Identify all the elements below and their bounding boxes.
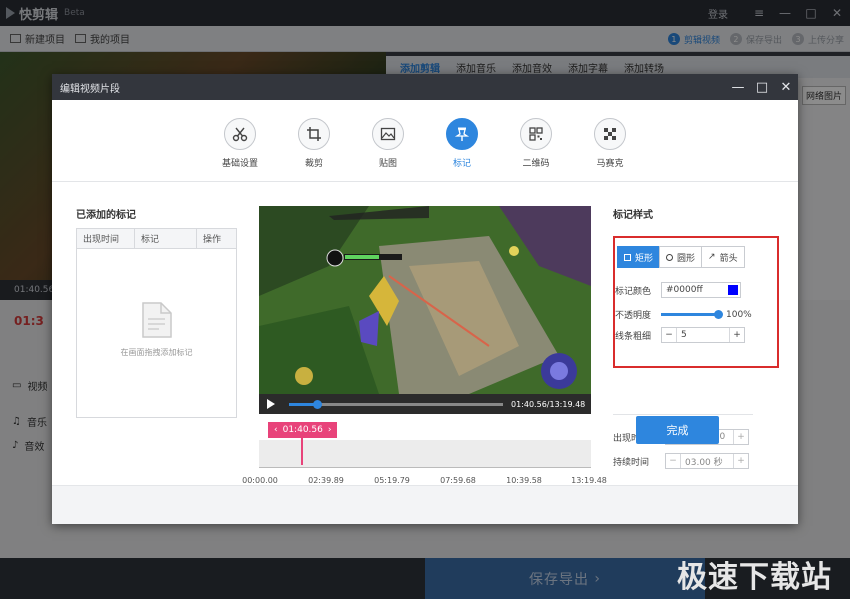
tick-label: 05:19.79 [374,476,410,485]
done-button[interactable]: 完成 [636,416,719,444]
dialog-title: 编辑视频片段 [60,83,120,95]
empty-hint: 在画面拖拽添加标记 [120,348,193,357]
empty-document-icon [141,302,172,338]
line-width-stepper[interactable]: − 5 + [661,327,745,343]
minus-icon[interactable]: − [666,454,680,468]
circle-icon [666,253,674,261]
mark-style-panel: 矩形 圆形 ↗ 箭头 标记颜色 #0000ff 不透明度 100% 线条粗细 −… [613,236,779,368]
rectangle-icon [624,253,631,261]
opacity-row: 不透明度 100% [615,308,752,322]
dialog-footer [52,485,798,524]
plus-icon[interactable]: + [734,454,748,468]
shape-label: 矩形 [635,253,654,264]
duration-row: 持续时间 − 03.00 秒 + [613,453,749,469]
line-width-label: 线条粗细 [615,331,652,342]
duration-label: 持续时间 [613,457,650,468]
pin-icon [446,118,478,150]
tick-label: 13:19.48 [571,476,607,485]
video-canvas[interactable] [259,206,591,414]
arrow-icon: ↗ [708,252,716,262]
current-time-flag[interactable]: ‹ 01:40.56 › [268,422,338,438]
tool-label: 裁剪 [304,159,323,169]
shape-label: 圆形 [677,253,696,264]
tool-label: 标记 [452,159,471,169]
dialog-titlebar: 编辑视频片段 — □ ✕ [52,74,798,100]
tool-label: 二维码 [522,159,550,169]
tick-label: 02:39.89 [308,476,344,485]
tool-label: 贴图 [378,159,397,169]
flag-left-arrow-icon[interactable]: ‹ [274,425,278,435]
shape-rect-button[interactable]: 矩形 [617,246,661,268]
seek-handle[interactable] [312,399,322,409]
opacity-handle[interactable] [714,310,723,319]
qrcode-icon [520,118,552,150]
opacity-value: 100% [726,309,752,320]
plus-icon[interactable]: + [734,430,748,444]
tool-basic-settings[interactable]: 基础设置 [221,118,259,181]
plus-icon[interactable]: + [730,328,744,342]
scissors-icon [224,118,256,150]
flag-right-arrow-icon[interactable]: › [328,425,332,435]
divider [613,414,753,415]
color-swatch[interactable] [728,285,738,295]
tool-crop[interactable]: 裁剪 [295,118,333,181]
tool-sticker[interactable]: 贴图 [369,118,407,181]
col-action: 操作 [203,235,222,245]
color-row: 标记颜色 #0000ff [615,282,741,298]
duration-stepper[interactable]: − 03.00 秒 + [665,453,749,469]
marks-table: 出现时间 标记 操作 在画面拖拽添加标记 [76,228,237,418]
color-value: #0000ff [666,285,703,295]
ruler-axis [259,467,591,473]
opacity-slider[interactable] [661,310,723,319]
current-time-value: 01:40.56 [282,425,323,435]
watermark: 极速下载站 [677,560,832,595]
line-width-value[interactable]: 5 [676,328,730,342]
tool-qrcode[interactable]: 二维码 [517,118,555,181]
marks-table-header: 出现时间 标记 操作 [77,229,236,249]
col-mark: 标记 [135,229,197,248]
edit-clip-dialog: 编辑视频片段 — □ ✕ 基础设置 裁剪 贴图 标记 二维码 马赛克 已添加的标… [52,74,798,524]
mark-style-title: 标记样式 [613,210,653,221]
seek-bar[interactable] [289,399,503,409]
player-time: 01:40.56/13:19.48 [511,399,586,409]
mosaic-icon [594,118,626,150]
duration-value[interactable]: 03.00 秒 [680,454,734,468]
color-label: 标记颜色 [615,286,652,297]
maximize-icon[interactable]: □ [750,74,774,100]
tool-row: 基础设置 裁剪 贴图 标记 二维码 马赛克 [52,100,798,182]
shape-arrow-button[interactable]: ↗ 箭头 [701,246,745,268]
empty-state: 在画面拖拽添加标记 [77,301,236,358]
color-field[interactable]: #0000ff [661,282,741,298]
tick-label: 10:39.58 [506,476,542,485]
player-controls: 01:40.56/13:19.48 [259,394,591,414]
image-icon [372,118,404,150]
minimize-icon[interactable]: — [726,74,750,100]
close-icon[interactable]: ✕ [774,74,798,100]
shape-label: 箭头 [719,253,738,264]
line-width-row: 线条粗细 − 5 + [615,327,745,343]
playhead-line [301,438,303,465]
crop-icon [298,118,330,150]
tool-label: 基础设置 [221,159,258,169]
tool-label: 马赛克 [596,159,624,169]
shape-selector: 矩形 圆形 ↗ 箭头 [617,246,745,268]
tool-mark[interactable]: 标记 [443,118,481,181]
minus-icon[interactable]: − [662,328,676,342]
play-icon[interactable] [267,399,275,409]
dialog-body: 已添加的标记 出现时间 标记 操作 在画面拖拽添加标记 01:40.56/13:… [52,182,798,524]
col-appear-time: 出现时间 [77,229,135,248]
time-ruler[interactable] [259,440,591,468]
shape-circle-button[interactable]: 圆形 [659,246,703,268]
opacity-label: 不透明度 [615,311,652,321]
tick-label: 07:59.68 [440,476,476,485]
tool-mosaic[interactable]: 马赛克 [591,118,629,181]
added-marks-title: 已添加的标记 [76,210,136,221]
tick-label: 00:00.00 [242,476,278,485]
